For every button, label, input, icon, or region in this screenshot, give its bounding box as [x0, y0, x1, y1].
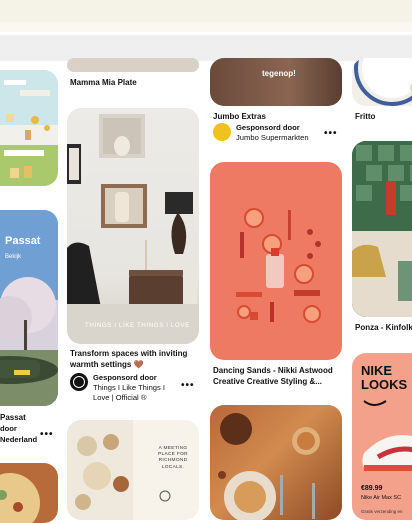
things-sponsor: Gesponsord door Things I Like Things I L…: [93, 373, 180, 403]
richmond-card-text: A MEETING PLACE FOR RICHMOND LOCALS.: [158, 446, 188, 470]
pin-title-passat[interactable]: Passat: [0, 413, 58, 424]
pin-title-transform-spaces[interactable]: Transform spaces with inviting warmth se…: [70, 349, 198, 370]
pizza-art: [0, 473, 40, 523]
interior-overlay-text: THINGS I LIKE THINGS I LOVE: [85, 322, 190, 329]
pin-image-interior[interactable]: THINGS I LIKE THINGS I LOVE: [67, 108, 199, 344]
pin-title-jumbo-extras[interactable]: Jumbo Extras: [213, 112, 341, 123]
more-options-icon[interactable]: •••: [181, 380, 195, 391]
jumbo-sponsor-name[interactable]: Jumbo Supermarkten: [236, 133, 309, 142]
things-avatar: [70, 373, 88, 391]
jumbo-avatar: [213, 123, 231, 141]
top-divider: [0, 22, 412, 32]
car-overlay-sub: Bekijk: [5, 254, 22, 260]
nike-product: Nike Air Max SC: [361, 495, 402, 501]
pin-title-mamma-mia[interactable]: Mamma Mia Plate: [70, 78, 200, 89]
interior-art: [67, 114, 199, 344]
nike-price: €89.99: [361, 485, 383, 492]
pin-sponsor-row-things[interactable]: Gesponsord door Things I Like Things I L…: [70, 373, 180, 403]
coral-flatlay-art: [236, 208, 321, 323]
things-sponsor-name[interactable]: Things I Like Things I Love | Official ®: [93, 383, 165, 402]
ponza-tiles-art: [352, 141, 412, 317]
top-banner: [0, 0, 412, 22]
pin-sponsor-name-passat[interactable]: Nederland: [0, 435, 37, 445]
things-sponsor-label: Gesponsord door: [93, 373, 157, 382]
pin-sponsor-row-jumbo[interactable]: Gesponsord door Jumbo Supermarkten: [213, 123, 323, 143]
pin-title-fritto[interactable]: Fritto: [355, 112, 412, 123]
fritto-art: [354, 58, 412, 106]
pin-image-ponza[interactable]: [352, 141, 412, 317]
search-bar[interactable]: [0, 35, 412, 61]
car-overlay-title: Passat: [5, 235, 41, 247]
pin-sponsor-label-passat: door: [0, 424, 17, 433]
pin-image-blocks[interactable]: [0, 70, 58, 186]
pin-image-car-blossom[interactable]: Passat Bekijk: [0, 210, 58, 406]
pin-image-fritto[interactable]: [352, 58, 412, 106]
pin-image-richmond[interactable]: A MEETING PLACE FOR RICHMOND LOCALS.: [67, 420, 199, 520]
pin-image-table-dinner[interactable]: [210, 405, 342, 520]
pin-image-jumbo[interactable]: tegenop!: [210, 58, 342, 106]
pin-image-pizza[interactable]: [0, 463, 58, 523]
jumbo-overlay-text: tegenop!: [262, 69, 296, 78]
table-dinner-art: [218, 413, 320, 520]
blocks-art: [0, 70, 58, 186]
jumbo-sponsor: Gesponsord door Jumbo Supermarkten: [236, 123, 309, 143]
jumbo-sponsor-label: Gesponsord door: [236, 123, 300, 132]
pin-image-nike[interactable]: NIKE LOOKS €89.99 Nike Air Max SC Gratis…: [352, 353, 412, 520]
more-options-icon[interactable]: •••: [324, 128, 338, 139]
things-logo-icon: [73, 376, 85, 388]
more-options-icon[interactable]: •••: [40, 429, 54, 440]
pin-image-dancing-sands[interactable]: [210, 162, 342, 360]
pin-title-ponza[interactable]: Ponza - Kinfolk: [355, 323, 412, 334]
pin-title-dancing-sands[interactable]: Dancing Sands - Nikki Astwood Creative C…: [213, 366, 343, 387]
pin-image-mamma-mia-top[interactable]: [67, 58, 199, 72]
